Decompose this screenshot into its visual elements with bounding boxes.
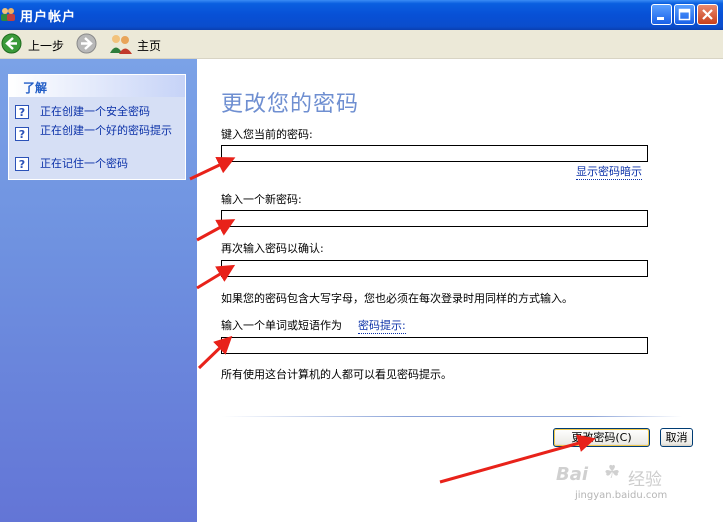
user-accounts-icon: [1, 8, 15, 21]
minimize-button[interactable]: [651, 4, 672, 25]
case-sensitivity-note: 如果您的密码包含大写字母，您也必须在每次登录时用同样的方式输入。: [221, 292, 573, 305]
sidebar-item-label[interactable]: 正在创建一个好的密码提示: [40, 125, 188, 137]
learn-about-title: 了解: [23, 81, 48, 95]
forward-arrow-icon[interactable]: [76, 33, 97, 54]
watermark-text: 经验: [628, 470, 662, 490]
password-hint-link[interactable]: 密码提示:: [358, 317, 406, 334]
password-hint-label: 输入一个单词或短语作为: [221, 319, 342, 332]
paw-icon: ☘: [604, 462, 621, 483]
new-password-label: 输入一个新密码:: [221, 193, 302, 206]
page-title: 更改您的密码: [221, 92, 360, 117]
toolbar: 上一步 主页: [0, 30, 723, 59]
back-arrow-icon[interactable]: [1, 33, 22, 54]
title-bar: 用户帐户: [0, 0, 723, 30]
change-password-button[interactable]: 更改密码(C): [553, 428, 650, 447]
close-button[interactable]: [697, 4, 718, 25]
new-password-field[interactable]: [221, 210, 648, 227]
close-icon: [702, 9, 713, 20]
svg-text:?: ?: [19, 128, 25, 141]
hint-visibility-note: 所有使用这台计算机的人都可以看见密码提示。: [221, 368, 452, 381]
cancel-button[interactable]: 取消: [660, 428, 693, 447]
learn-about-panel: 了解 ? 正在创建一个安全密码 ? 正在创建一个好的密码提示 ? 正在记住一个密…: [8, 74, 186, 180]
watermark-url: jingyan.baidu.com: [575, 490, 668, 501]
svg-text:?: ?: [19, 106, 25, 119]
help-icon: ?: [15, 105, 29, 119]
minimize-icon: [657, 17, 664, 20]
users-home-icon[interactable]: [109, 33, 133, 55]
task-pane: 了解 ? 正在创建一个安全密码 ? 正在创建一个好的密码提示 ? 正在记住一个密…: [0, 59, 197, 522]
current-password-field[interactable]: [221, 145, 648, 162]
maximize-icon: [678, 8, 691, 21]
password-hint-field[interactable]: [221, 337, 648, 354]
help-icon: ?: [15, 157, 29, 171]
sidebar-item-label[interactable]: 正在创建一个安全密码: [40, 106, 188, 118]
divider: [222, 416, 682, 417]
svg-text:?: ?: [19, 158, 25, 171]
confirm-password-label: 再次输入密码以确认:: [221, 242, 324, 255]
maximize-button[interactable]: [674, 4, 695, 25]
learn-about-header: 了解: [9, 75, 185, 97]
watermark-logo: Bai: [556, 464, 589, 485]
help-icon: ?: [15, 127, 29, 141]
sidebar-item-label[interactable]: 正在记住一个密码: [40, 158, 188, 170]
show-password-hint-link[interactable]: 显示密码暗示: [576, 163, 642, 180]
confirm-password-field[interactable]: [221, 260, 648, 277]
window-title: 用户帐户: [20, 10, 77, 25]
current-password-label: 键入您当前的密码:: [221, 128, 313, 141]
back-button-label[interactable]: 上一步: [28, 37, 64, 54]
home-button-label[interactable]: 主页: [137, 37, 161, 54]
